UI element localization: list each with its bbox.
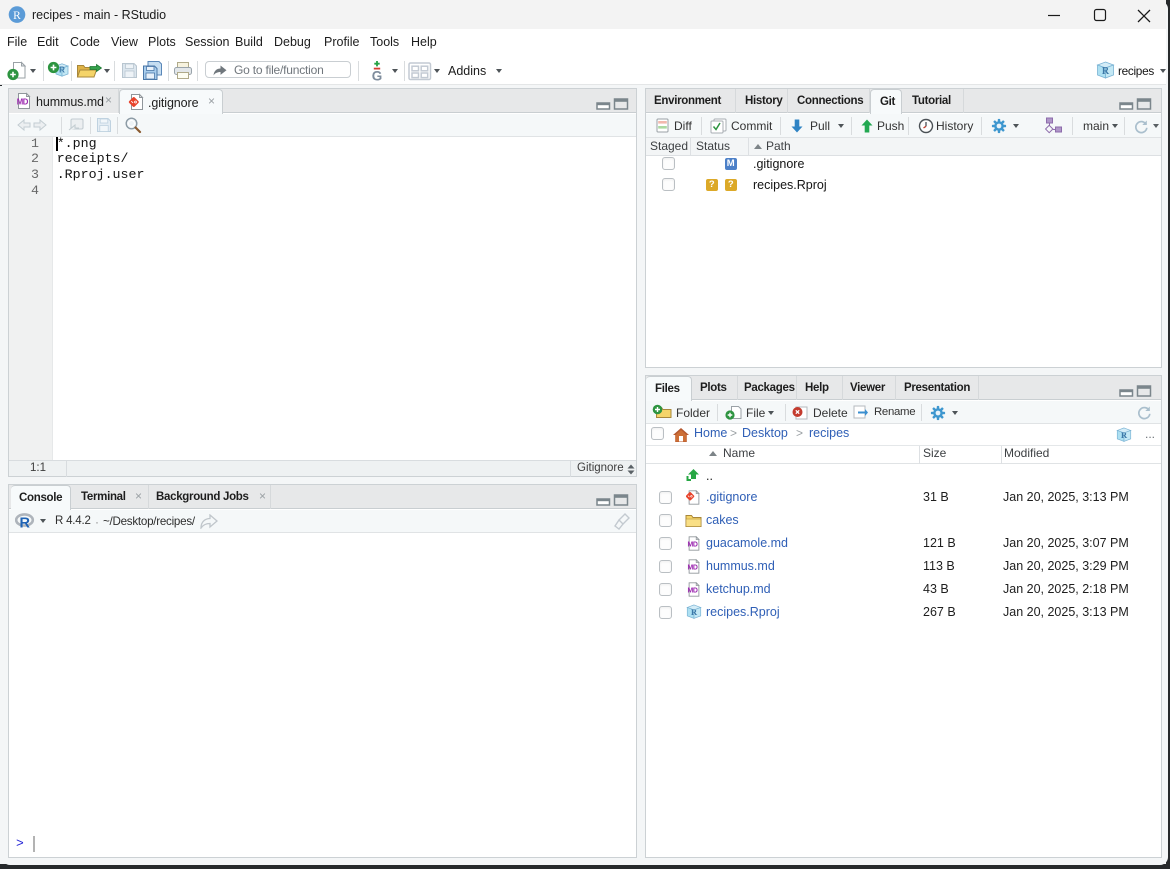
svg-text:MD: MD (688, 588, 698, 595)
svg-text:R: R (13, 10, 21, 22)
svg-text:R: R (20, 516, 31, 531)
svg-text:R: R (1121, 430, 1128, 440)
svg-text:MD: MD (688, 542, 698, 549)
svg-text:G: G (372, 69, 383, 84)
svg-text:R: R (1102, 66, 1110, 77)
svg-text:R: R (691, 607, 698, 617)
svg-text:R: R (59, 66, 65, 75)
svg-text:MD: MD (688, 565, 698, 572)
svg-text:MD: MD (17, 98, 29, 107)
